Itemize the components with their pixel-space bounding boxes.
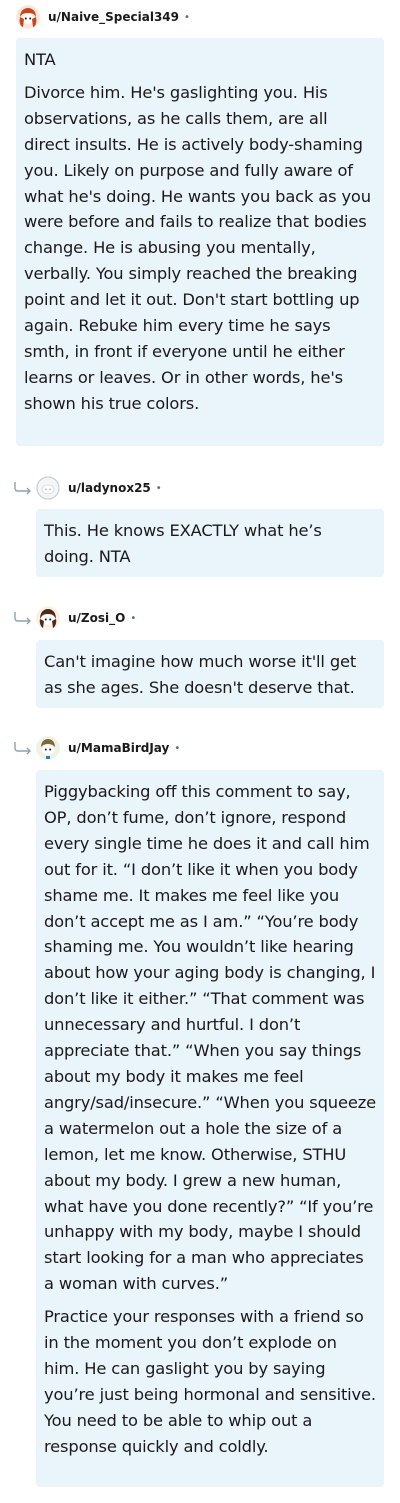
separator-dot: • <box>174 742 181 754</box>
reply-header: u/Zosi_O • <box>36 606 136 630</box>
username[interactable]: u/MamaBirdJay <box>68 741 169 755</box>
comment-paragraph: Divorce him. He's gaslighting you. His o… <box>24 82 371 413</box>
reply-body: Piggybacking off this comment to say, OP… <box>36 770 384 1487</box>
reply-arrow-icon <box>14 612 31 625</box>
user-avatar[interactable] <box>36 736 60 760</box>
comment-body: NTA Divorce him. He's gaslighting you. H… <box>16 38 384 446</box>
user-avatar[interactable] <box>16 5 40 29</box>
comment-paragraph: NTA <box>24 50 56 69</box>
comment-paragraph: This. He knows EXACTLY what he’s doing. … <box>44 521 322 566</box>
comment-paragraph: Piggybacking off this comment to say, OP… <box>44 782 376 1294</box>
default-avatar-icon <box>36 476 60 500</box>
reply-body: This. He knows EXACTLY what he’s doing. … <box>36 509 384 577</box>
username[interactable]: u/ladynox25 <box>68 481 151 495</box>
snoo-avatar-icon <box>16 5 40 29</box>
user-avatar[interactable] <box>36 476 60 500</box>
separator-dot: • <box>155 482 162 494</box>
separator-dot: • <box>130 612 137 624</box>
reply-arrow-icon <box>14 742 31 755</box>
reply-header: u/MamaBirdJay • <box>36 736 180 760</box>
separator-dot: • <box>184 11 190 23</box>
comment-paragraph: Can't imagine how much worse it'll get a… <box>44 652 357 697</box>
snoo-avatar-icon <box>36 736 60 760</box>
username[interactable]: u/Naive_Special349 <box>48 10 179 24</box>
reply-body: Can't imagine how much worse it'll get a… <box>36 640 384 708</box>
username[interactable]: u/Zosi_O <box>68 611 125 625</box>
user-avatar[interactable] <box>36 606 60 630</box>
snoo-avatar-icon <box>36 606 60 630</box>
reply-header: u/ladynox25 • <box>36 476 162 500</box>
reply-arrow-icon <box>14 482 31 495</box>
comment-paragraph: Practice your responses with a friend so… <box>44 1307 376 1456</box>
comment-header: u/Naive_Special349 • <box>16 5 190 29</box>
